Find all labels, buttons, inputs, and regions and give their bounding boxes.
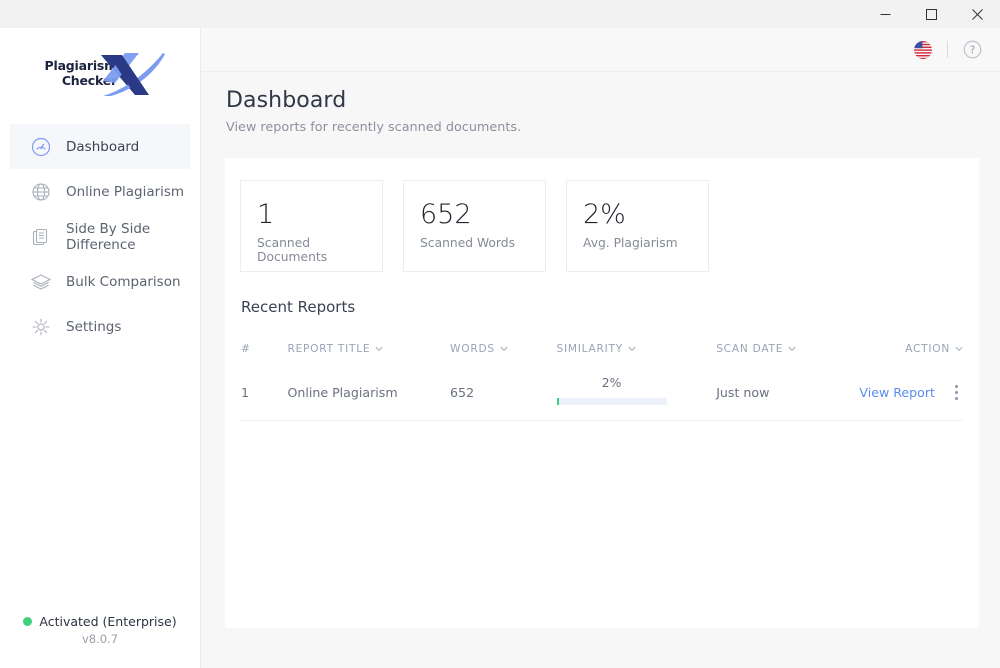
column-header-label: ACTION	[905, 343, 950, 355]
stat-card-avg-plagiarism: 2% Avg. Plagiarism	[566, 180, 709, 272]
dashboard-card: 1 Scanned Documents 652 Scanned Words 2%…	[225, 158, 979, 628]
license-status-label: Activated (Enterprise)	[39, 614, 177, 629]
chevron-down-icon	[628, 346, 636, 352]
row-menu-icon[interactable]	[949, 383, 963, 401]
sidebar-item-label: Settings	[66, 318, 122, 335]
us-flag-icon[interactable]	[914, 40, 932, 59]
documents-icon	[30, 226, 52, 248]
cell-similarity: 2%	[556, 376, 717, 408]
app-window: Plagiarism Checker Dashboard Online Plag…	[0, 0, 1000, 668]
column-header-words[interactable]: WORDS	[450, 343, 556, 355]
sidebar-footer: Activated (Enterprise) v8.0.7	[0, 614, 200, 646]
stat-value: 2%	[583, 199, 626, 230]
close-icon	[971, 8, 983, 20]
sidebar-item-label: Online Plagiarism	[66, 183, 185, 200]
close-button[interactable]	[954, 0, 1000, 28]
sidebar-item-settings[interactable]: Settings	[10, 304, 190, 349]
stat-card-scanned-words: 652 Scanned Words	[403, 180, 546, 272]
maximize-icon	[925, 8, 937, 20]
column-header-report-title[interactable]: REPORT TITLE	[287, 343, 450, 355]
svg-text:?: ?	[970, 44, 976, 56]
cell-scan-date: Just now	[716, 384, 770, 400]
sidebar-item-label: Side By Side Difference	[66, 220, 151, 253]
column-header-similarity[interactable]: SIMILARITY	[557, 343, 717, 355]
column-header-index: #	[241, 343, 287, 355]
chevron-down-icon	[500, 346, 508, 352]
kebab-dot	[954, 390, 958, 394]
table-header-row: # REPORT TITLE WORDS SIMILARITY SCAN DAT…	[241, 334, 963, 364]
cell-words: 652	[450, 384, 475, 400]
similarity-value: 2%	[601, 376, 622, 390]
chevron-down-icon	[788, 346, 796, 352]
stat-label: Scanned Documents	[257, 236, 328, 264]
page-subtitle: View reports for recently scanned docume…	[226, 120, 522, 135]
similarity-bar-fill	[556, 398, 559, 405]
stat-label: Scanned Words	[420, 236, 515, 250]
view-report-link[interactable]: View Report	[859, 385, 935, 400]
title-bar	[0, 0, 1000, 28]
column-header-action[interactable]: ACTION	[857, 343, 963, 355]
minimize-button[interactable]	[862, 0, 908, 28]
cell-action: View Report	[857, 383, 963, 401]
sidebar-item-label: Bulk Comparison	[66, 273, 181, 290]
logo-x-icon	[101, 53, 165, 96]
stat-label: Avg. Plagiarism	[583, 236, 678, 250]
chevron-down-icon	[375, 346, 383, 352]
stats-row: 1 Scanned Documents 652 Scanned Words 2%…	[225, 158, 979, 272]
status-dot-icon	[23, 617, 33, 626]
recent-reports-title: Recent Reports	[241, 298, 356, 316]
stat-value: 1	[257, 199, 275, 230]
license-status: Activated (Enterprise)	[0, 614, 200, 629]
kebab-dot	[954, 384, 958, 388]
cell-report-title: Online Plagiarism	[287, 384, 398, 400]
stat-value: 652	[420, 199, 472, 230]
column-header-scan-date[interactable]: SCAN DATE	[716, 343, 856, 355]
table-row[interactable]: 1 Online Plagiarism 652 2% Just now View…	[241, 364, 963, 421]
sidebar-item-bulk-comparison[interactable]: Bulk Comparison	[10, 259, 190, 304]
stat-card-scanned-documents: 1 Scanned Documents	[240, 180, 383, 272]
similarity-bar-track	[556, 398, 667, 405]
main-content: Dashboard View reports for recently scan…	[201, 72, 1000, 668]
layers-icon	[30, 271, 52, 293]
help-circle-icon[interactable]: ?	[963, 40, 982, 59]
app-version: v8.0.7	[81, 632, 119, 646]
top-bar: ?	[201, 28, 1000, 72]
globe-icon	[30, 181, 52, 203]
sidebar-item-online-plagiarism[interactable]: Online Plagiarism	[10, 169, 190, 214]
recent-reports-table: # REPORT TITLE WORDS SIMILARITY SCAN DAT…	[241, 334, 963, 421]
minimize-icon	[880, 13, 890, 15]
sidebar: Plagiarism Checker Dashboard Online Plag…	[0, 28, 201, 668]
page-header: Dashboard View reports for recently scan…	[201, 72, 1000, 135]
kebab-dot	[954, 396, 958, 400]
chevron-down-icon	[955, 346, 963, 352]
sidebar-item-dashboard[interactable]: Dashboard	[10, 124, 190, 169]
maximize-button[interactable]	[908, 0, 954, 28]
column-header-label: REPORT TITLE	[287, 343, 371, 355]
column-header-label: WORDS	[450, 343, 495, 355]
cell-index: 1	[241, 384, 250, 400]
topbar-divider	[947, 41, 948, 58]
app-logo: Plagiarism Checker	[0, 28, 200, 118]
sidebar-item-side-by-side-difference[interactable]: Side By Side Difference	[10, 214, 190, 259]
page-title: Dashboard	[226, 88, 347, 113]
column-header-label: #	[241, 343, 251, 355]
sidebar-item-label: Dashboard	[66, 138, 140, 155]
sidebar-nav: Dashboard Online Plagiarism Side By Side…	[0, 124, 200, 349]
column-header-label: SIMILARITY	[556, 343, 623, 355]
gauge-icon	[30, 136, 52, 158]
column-header-label: SCAN DATE	[716, 343, 784, 355]
gear-icon	[30, 316, 52, 338]
